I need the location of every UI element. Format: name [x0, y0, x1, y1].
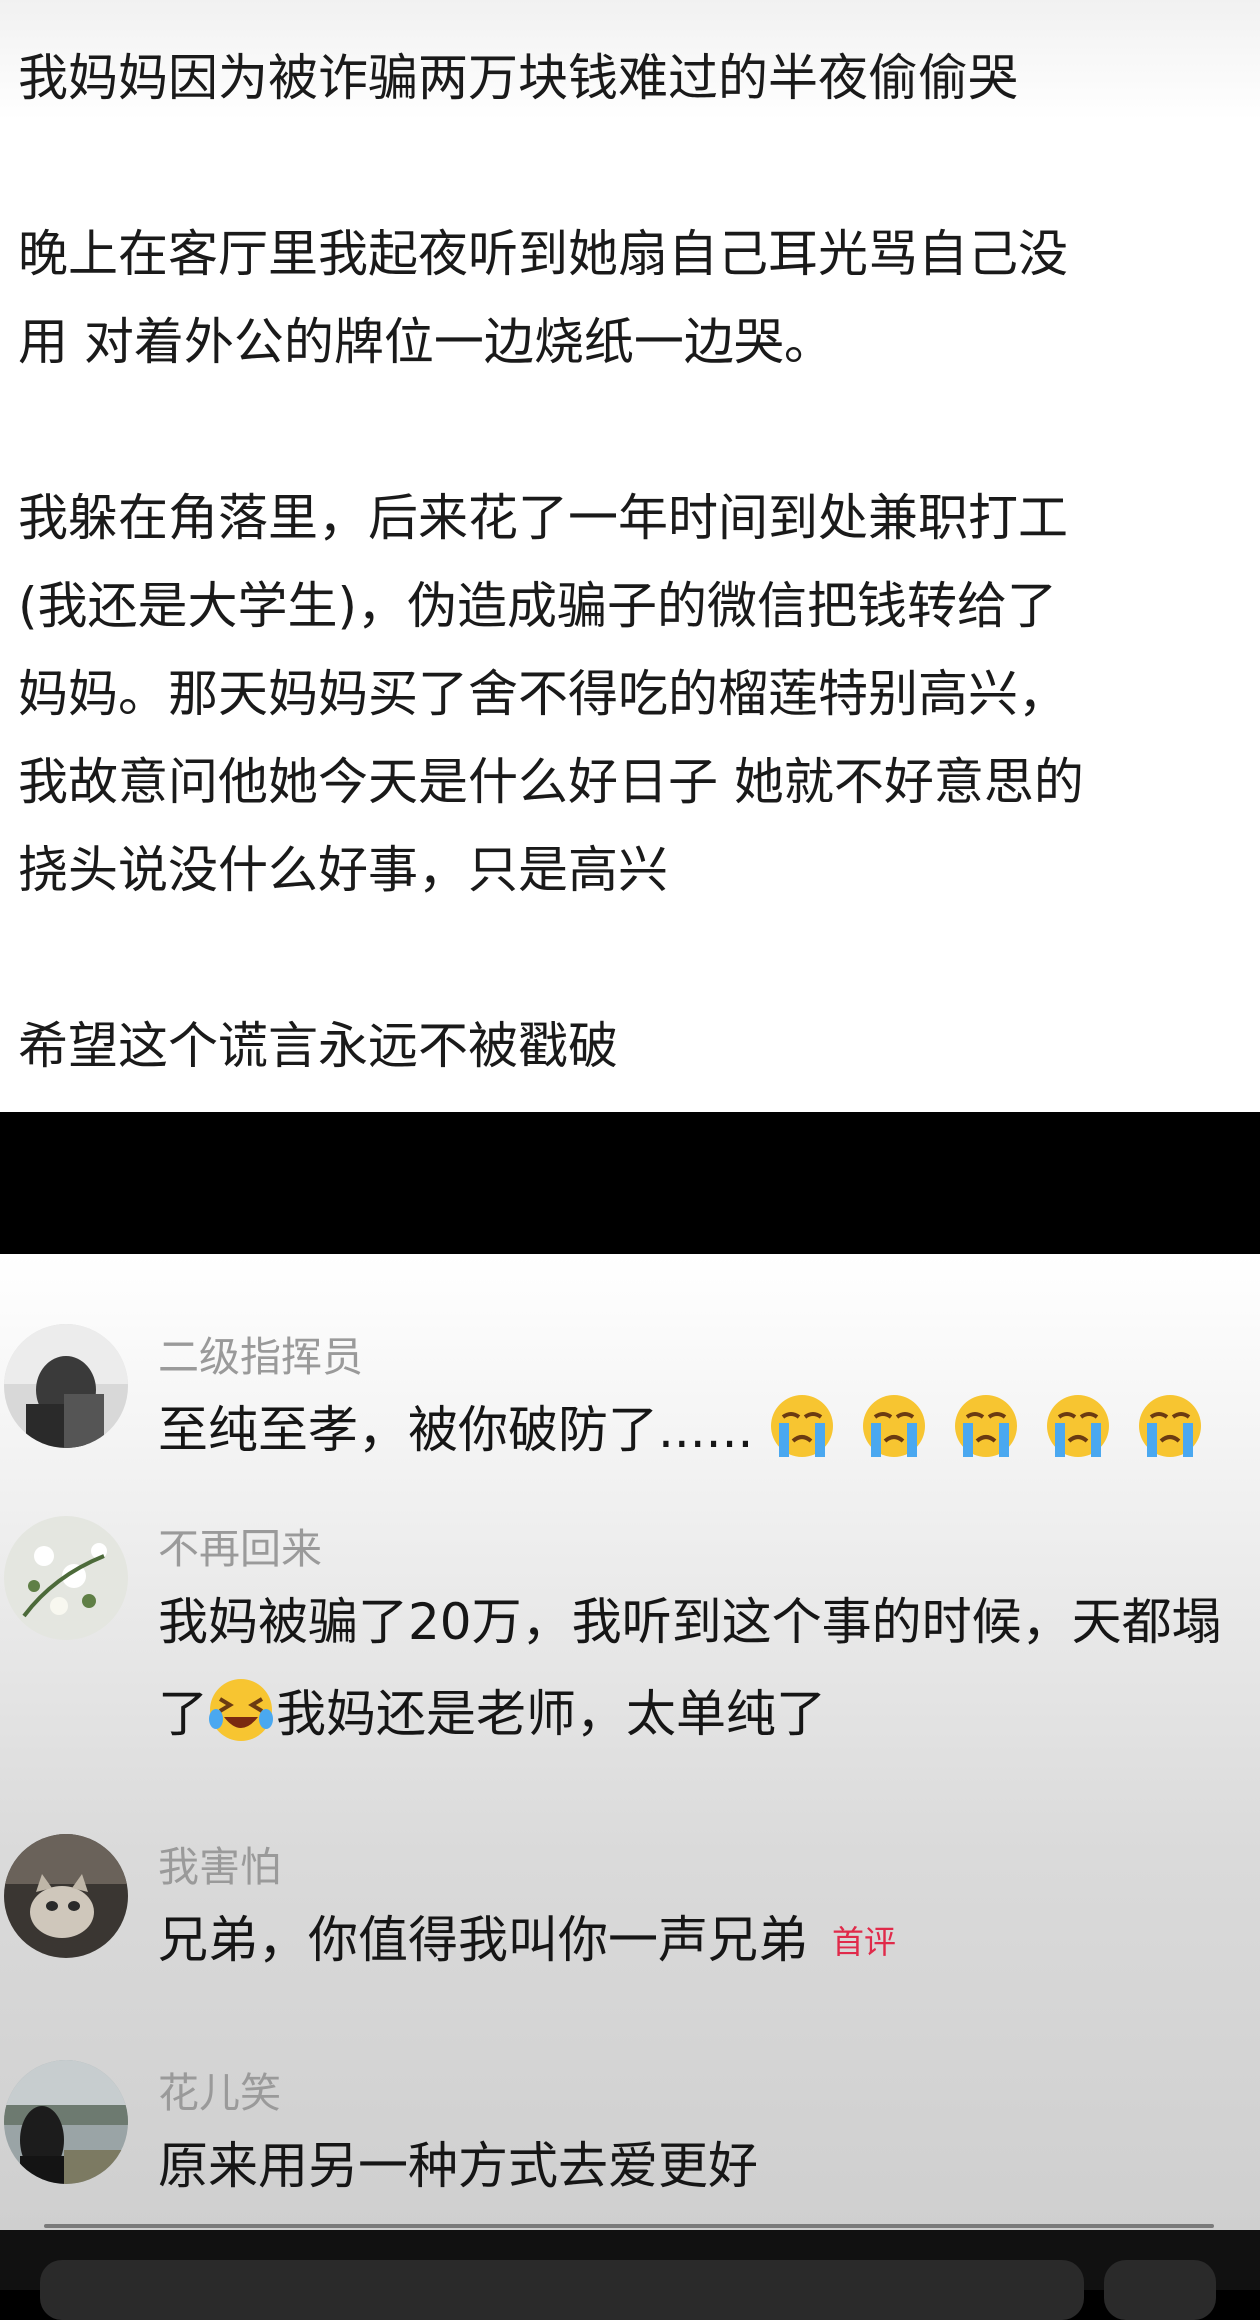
comment-text-fragment: 我妈还是老师，太单纯了	[276, 1685, 826, 1743]
first-comment-badge: 首评	[832, 1923, 897, 1961]
avatar[interactable]	[4, 1324, 128, 1448]
avatar[interactable]	[4, 2060, 128, 2184]
comment-text-content: 兄弟，你值得我叫你一声兄弟	[158, 1911, 808, 1969]
post-line: 我躲在角落里，后来花了一年时间到处兼职打工	[18, 489, 1068, 547]
comment-text: 原来用另一种方式去爱更好	[158, 2137, 758, 2195]
comments-section: 二级指挥员 至纯至孝，被你破防了...... 不再回来 我妈被骗了20万，我听到…	[0, 1254, 1260, 2230]
post-line: 晚上在客厅里我起夜听到她扇自己耳光骂自己没	[18, 225, 1068, 283]
comment-text-line: 了 我妈还是老师，太单纯了	[158, 1668, 1238, 1760]
post-line: 用 对着外公的牌位一边烧纸一边哭。	[18, 313, 834, 371]
post-line: 妈妈。那天妈妈买了舍不得吃的榴莲特别高兴，	[18, 665, 1068, 723]
action-button[interactable]	[1104, 2260, 1216, 2320]
crying-face-emoji-icon	[953, 1395, 1045, 1459]
post-body: 我妈妈因为被诈骗两万块钱难过的半夜偷偷哭 晚上在客厅里我起夜听到她扇自己耳光骂自…	[0, 0, 1260, 1112]
comment-text-fragment: 了	[158, 1685, 208, 1743]
post-line: 我故意问他她今天是什么好日子 她就不好意思的	[18, 753, 1084, 811]
crying-face-emoji-icon	[861, 1395, 953, 1459]
post-line: 挠头说没什么好事，只是高兴	[18, 841, 668, 899]
crying-face-emoji-icon	[1045, 1395, 1137, 1459]
laughing-tears-emoji-icon	[208, 1679, 276, 1743]
comment-text-content: 至纯至孝，被你破防了......	[158, 1401, 754, 1459]
avatar[interactable]	[4, 1516, 128, 1640]
comment-username[interactable]: 花儿笑	[158, 2068, 281, 2118]
avatar[interactable]	[4, 1834, 128, 1958]
progress-line	[44, 2224, 1214, 2228]
comment-text: 兄弟，你值得我叫你一声兄弟 首评	[158, 1894, 1238, 1988]
post-line: 我妈妈因为被诈骗两万块钱难过的半夜偷偷哭	[18, 49, 1018, 107]
crying-face-emoji-icon	[769, 1395, 861, 1459]
divider-band	[0, 1112, 1260, 1254]
crying-face-emoji-icon	[1137, 1395, 1213, 1459]
post-line: (我还是大学生)，伪造成骗子的微信把钱转给了	[18, 577, 1058, 635]
comment-username[interactable]: 我害怕	[158, 1842, 281, 1892]
post-line: 希望这个谎言永远不被戳破	[18, 1017, 618, 1075]
comment-input[interactable]	[40, 2260, 1084, 2320]
comment-text-line: 我妈被骗了20万，我听到这个事的时候，天都塌	[158, 1593, 1222, 1651]
comment-username[interactable]: 二级指挥员	[158, 1332, 363, 1382]
comment-username[interactable]: 不再回来	[158, 1524, 322, 1574]
comment-text: 至纯至孝，被你破防了......	[158, 1384, 1238, 1476]
